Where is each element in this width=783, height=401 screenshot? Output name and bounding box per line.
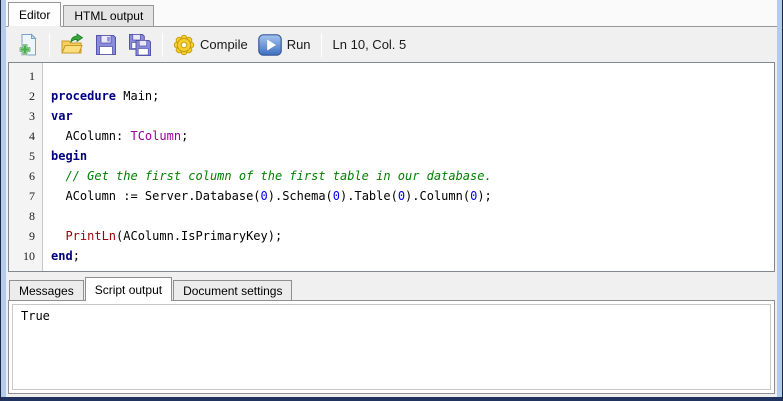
save-all-button[interactable] (123, 30, 157, 60)
window-right-edge (777, 0, 782, 397)
script-output-text: True (21, 309, 50, 323)
code-line: end; (51, 249, 80, 263)
tab-script-output[interactable]: Script output (84, 277, 173, 301)
code-line: AColumn := Server.Database(0).Schema(0).… (51, 189, 492, 203)
code-line: var (51, 109, 73, 123)
compile-button[interactable]: Compile (168, 31, 253, 59)
new-file-button[interactable] (10, 30, 44, 60)
bottom-area: Messages Script output Document settings… (6, 272, 777, 397)
save-all-icon (128, 33, 152, 57)
new-file-icon (15, 32, 39, 57)
tab-messages-label: Messages (19, 283, 74, 298)
code-area[interactable]: procedure Main; var AColumn: TColumn; begi… (43, 63, 774, 271)
editor-tabstrip: Editor HTML output (6, 0, 777, 27)
editor-gutter: 1 2 3 4 5 6 7 8 9 10 (9, 63, 43, 271)
code-line: begin (51, 149, 88, 163)
code-line: PrintLn(AColumn.IsPrimaryKey); (65, 229, 283, 243)
open-button[interactable] (55, 30, 89, 60)
toolbar: Compile Run Ln 10, Col. 5 (6, 27, 777, 62)
tab-script-output-label: Script output (94, 282, 163, 297)
editor-panel: 1 2 3 4 5 6 7 8 9 10 procedure Main; var AColumn: … (8, 62, 775, 272)
gear-icon (173, 34, 195, 56)
tab-document-settings[interactable]: Document settings (173, 280, 293, 300)
tab-editor[interactable]: Editor (8, 2, 62, 27)
save-button[interactable] (89, 30, 123, 60)
run-button[interactable]: Run (253, 31, 316, 59)
tab-document-settings-label: Document settings (183, 283, 283, 298)
compile-button-label: Compile (200, 37, 248, 52)
window-left-edge (1, 0, 6, 397)
open-folder-icon (60, 32, 84, 57)
tab-editor-label: Editor (19, 7, 51, 22)
save-icon (94, 33, 118, 57)
caret-position-label: Ln 10, Col. 5 (332, 37, 407, 52)
toolbar-separator (49, 32, 50, 57)
code-line: procedure Main; (51, 89, 160, 103)
toolbar-separator (320, 32, 322, 57)
tab-html-output[interactable]: HTML output (63, 5, 155, 26)
run-button-label: Run (286, 37, 311, 52)
script-output-panel: True (8, 300, 775, 394)
tab-messages[interactable]: Messages (9, 280, 84, 300)
play-icon (257, 33, 282, 56)
code-line: AColumn: TColumn; (51, 129, 189, 143)
ide-window: Editor HTML output Compile Run Ln 10, Co… (0, 0, 783, 401)
code-line: // Get the first column of the first tab… (51, 169, 492, 183)
script-output-box[interactable]: True (12, 304, 771, 390)
toolbar-separator (162, 32, 163, 57)
tab-html-output-label: HTML output (74, 9, 144, 23)
bottom-tabstrip: Messages Script output Document settings (6, 276, 777, 301)
